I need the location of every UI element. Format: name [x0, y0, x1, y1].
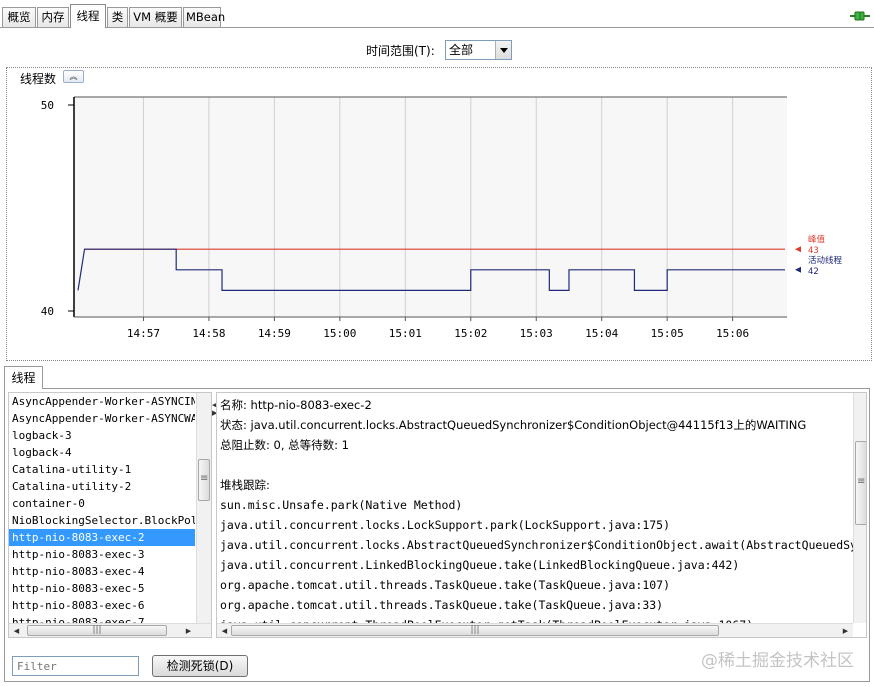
tab-mbean[interactable]: MBean	[183, 7, 225, 27]
detect-deadlock-button[interactable]: 检测死锁(D)	[152, 655, 248, 677]
thread-list-item[interactable]: http-nio-8083-exec-5	[9, 580, 195, 597]
thread-list-item[interactable]: http-nio-8083-exec-6	[9, 597, 195, 614]
thread-list-item[interactable]: http-nio-8083-exec-2	[9, 529, 195, 546]
thread-list-item[interactable]: logback-3	[9, 427, 195, 444]
legend-series-name: 峰值	[808, 234, 826, 245]
tab-thread-list[interactable]: 线程	[4, 366, 43, 389]
time-range-select[interactable]: 全部	[445, 40, 512, 60]
thread-list-item[interactable]: AsyncAppender-Worker-ASYNCWARN	[9, 410, 195, 427]
chevron-down-icon[interactable]	[495, 41, 511, 59]
x-tick-label: 15:03	[520, 327, 553, 340]
thread-list-item[interactable]: AsyncAppender-Worker-ASYNCINFO	[9, 393, 195, 410]
x-tick-label: 15:05	[651, 327, 684, 340]
stack-trace-line: sun.misc.Unsafe.park(Native Method)	[220, 498, 463, 512]
connection-plug-icon[interactable]	[850, 9, 870, 23]
thread-list-item[interactable]: logback-4	[9, 444, 195, 461]
detail-hscrollbar[interactable]: ◀ ||| ▶	[217, 623, 853, 637]
tab-memory[interactable]: 内存	[37, 7, 69, 27]
thread-list-item[interactable]: container-0	[9, 495, 195, 512]
thread-state-line: 状态: java.util.concurrent.locks.AbstractQ…	[220, 418, 807, 432]
thread-list-vscrollbar[interactable]	[196, 393, 211, 623]
thread-list: AsyncAppender-Worker-ASYNCINFO AsyncAppen…	[8, 392, 212, 638]
thread-list-hscroll-thumb[interactable]: |||	[27, 625, 167, 636]
chart-panel-title: 线程数	[18, 70, 59, 87]
legend-marker	[795, 246, 801, 253]
thread-count-chart: 14:57 14:58 14:59 15:00 15:01 15:02 15:03 15:04…	[41, 96, 843, 340]
x-tick-label: 15:04	[585, 327, 618, 340]
legend-marker	[795, 266, 801, 273]
thread-detail-pane: 名称: http-nio-8083-exec-2 状态: java.util.c…	[216, 392, 867, 638]
thread-items: AsyncAppender-Worker-ASYNCINFO AsyncAppen…	[9, 393, 211, 631]
stack-trace-line: org.apache.tomcat.util.threads.TaskQueue…	[220, 578, 671, 592]
thread-filter-input[interactable]	[12, 656, 139, 676]
thread-list-item[interactable]: Catalina-utility-1	[9, 461, 195, 478]
thread-list-item[interactable]: Catalina-utility-2	[9, 478, 195, 495]
time-range-value: 全部	[449, 43, 474, 57]
x-tick-label: 14:59	[258, 327, 291, 340]
stack-trace-line: java.util.concurrent.LinkedBlockingQueue…	[220, 558, 740, 572]
x-tick-label: 14:58	[192, 327, 225, 340]
legend-series-value: 42	[808, 267, 819, 277]
y-tick-label: 40	[41, 305, 54, 318]
x-tick-label: 15:02	[454, 327, 487, 340]
collapse-icon[interactable]: ︽	[63, 70, 84, 83]
thread-panel: AsyncAppender-Worker-ASYNCINFO AsyncAppen…	[4, 388, 870, 682]
x-tick-label: 15:06	[716, 327, 749, 340]
tab-classes[interactable]: 类	[107, 7, 128, 27]
thread-list-hscrollbar[interactable]: ◀ ||| ▶	[9, 623, 211, 637]
thread-list-item[interactable]: NioBlockingSelector.BlockPoller	[9, 512, 195, 529]
detail-vscroll-thumb[interactable]	[855, 441, 866, 525]
main-tab-bar: 概览 内存 线程 类 VM 概要 MBean	[0, 0, 874, 28]
detail-hscroll-thumb[interactable]: |||	[231, 625, 719, 636]
tab-threads[interactable]: 线程	[70, 4, 106, 28]
thread-list-item[interactable]: http-nio-8083-exec-3	[9, 546, 195, 563]
x-tick-label: 15:01	[389, 327, 422, 340]
stack-trace-line: org.apache.tomcat.util.threads.TaskQueue…	[220, 598, 664, 612]
thread-list-vscroll-thumb[interactable]	[198, 459, 210, 501]
watermark: @稀土掘金技术社区	[701, 651, 854, 671]
stack-trace-title: 堆栈跟踪:	[220, 478, 270, 492]
thread-counts-line: 总阻止数: 0, 总等待数: 1	[220, 438, 350, 452]
time-range-label: 时间范围(T):	[366, 44, 435, 58]
tab-overview[interactable]: 概览	[2, 7, 36, 27]
y-tick-label: 50	[41, 99, 54, 112]
tab-divider	[0, 27, 874, 28]
thread-count-chart-panel: 14:57 14:58 14:59 15:00 15:01 15:02 15:03 15:04…	[6, 67, 872, 361]
thread-name-line: 名称: http-nio-8083-exec-2	[220, 398, 372, 412]
x-tick-label: 14:57	[127, 327, 160, 340]
scroll-right-icon[interactable]: ▶	[181, 624, 196, 637]
scroll-left-icon[interactable]: ◀	[217, 624, 232, 637]
tab-vm-summary[interactable]: VM 概要	[129, 7, 182, 27]
detail-vscrollbar[interactable]	[853, 393, 866, 623]
thread-list-item[interactable]: http-nio-8083-exec-4	[9, 563, 195, 580]
legend-series-name: 活动线程	[808, 255, 843, 266]
scroll-left-icon[interactable]: ◀	[9, 624, 24, 637]
legend-series-value: 43	[808, 246, 819, 256]
stack-trace-line: java.util.concurrent.locks.AbstractQueue…	[220, 538, 866, 552]
x-tick-label: 15:00	[323, 327, 356, 340]
plot-area	[74, 97, 787, 317]
scroll-right-icon[interactable]: ▶	[838, 624, 853, 637]
stack-trace-line: java.util.concurrent.locks.LockSupport.p…	[220, 518, 671, 532]
